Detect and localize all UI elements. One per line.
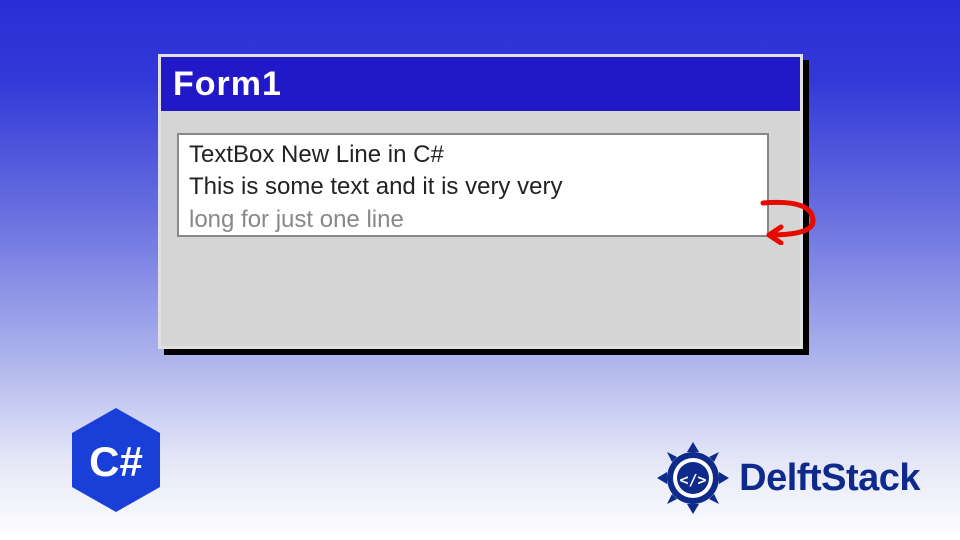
brand-emblem-icon: </> <box>653 438 733 518</box>
form-window: Form1 TextBox New Line in C# This is som… <box>158 54 803 349</box>
csharp-label: C# <box>89 438 143 485</box>
textbox-line-1: TextBox New Line in C# <box>189 139 757 171</box>
textbox-line-2: This is some text and it is very very <box>189 171 757 203</box>
brand-name: DelftStack <box>739 457 920 500</box>
csharp-badge-icon: C# <box>68 406 164 514</box>
window-title: Form1 <box>173 65 282 104</box>
form-body: TextBox New Line in C# This is some text… <box>161 111 800 346</box>
svg-text:</>: </> <box>680 471 707 489</box>
brand-logo: </> DelftStack <box>653 438 920 518</box>
titlebar[interactable]: Form1 <box>161 57 800 111</box>
textbox-line-3: long for just one line <box>189 204 757 236</box>
textbox-multiline[interactable]: TextBox New Line in C# This is some text… <box>177 133 769 237</box>
